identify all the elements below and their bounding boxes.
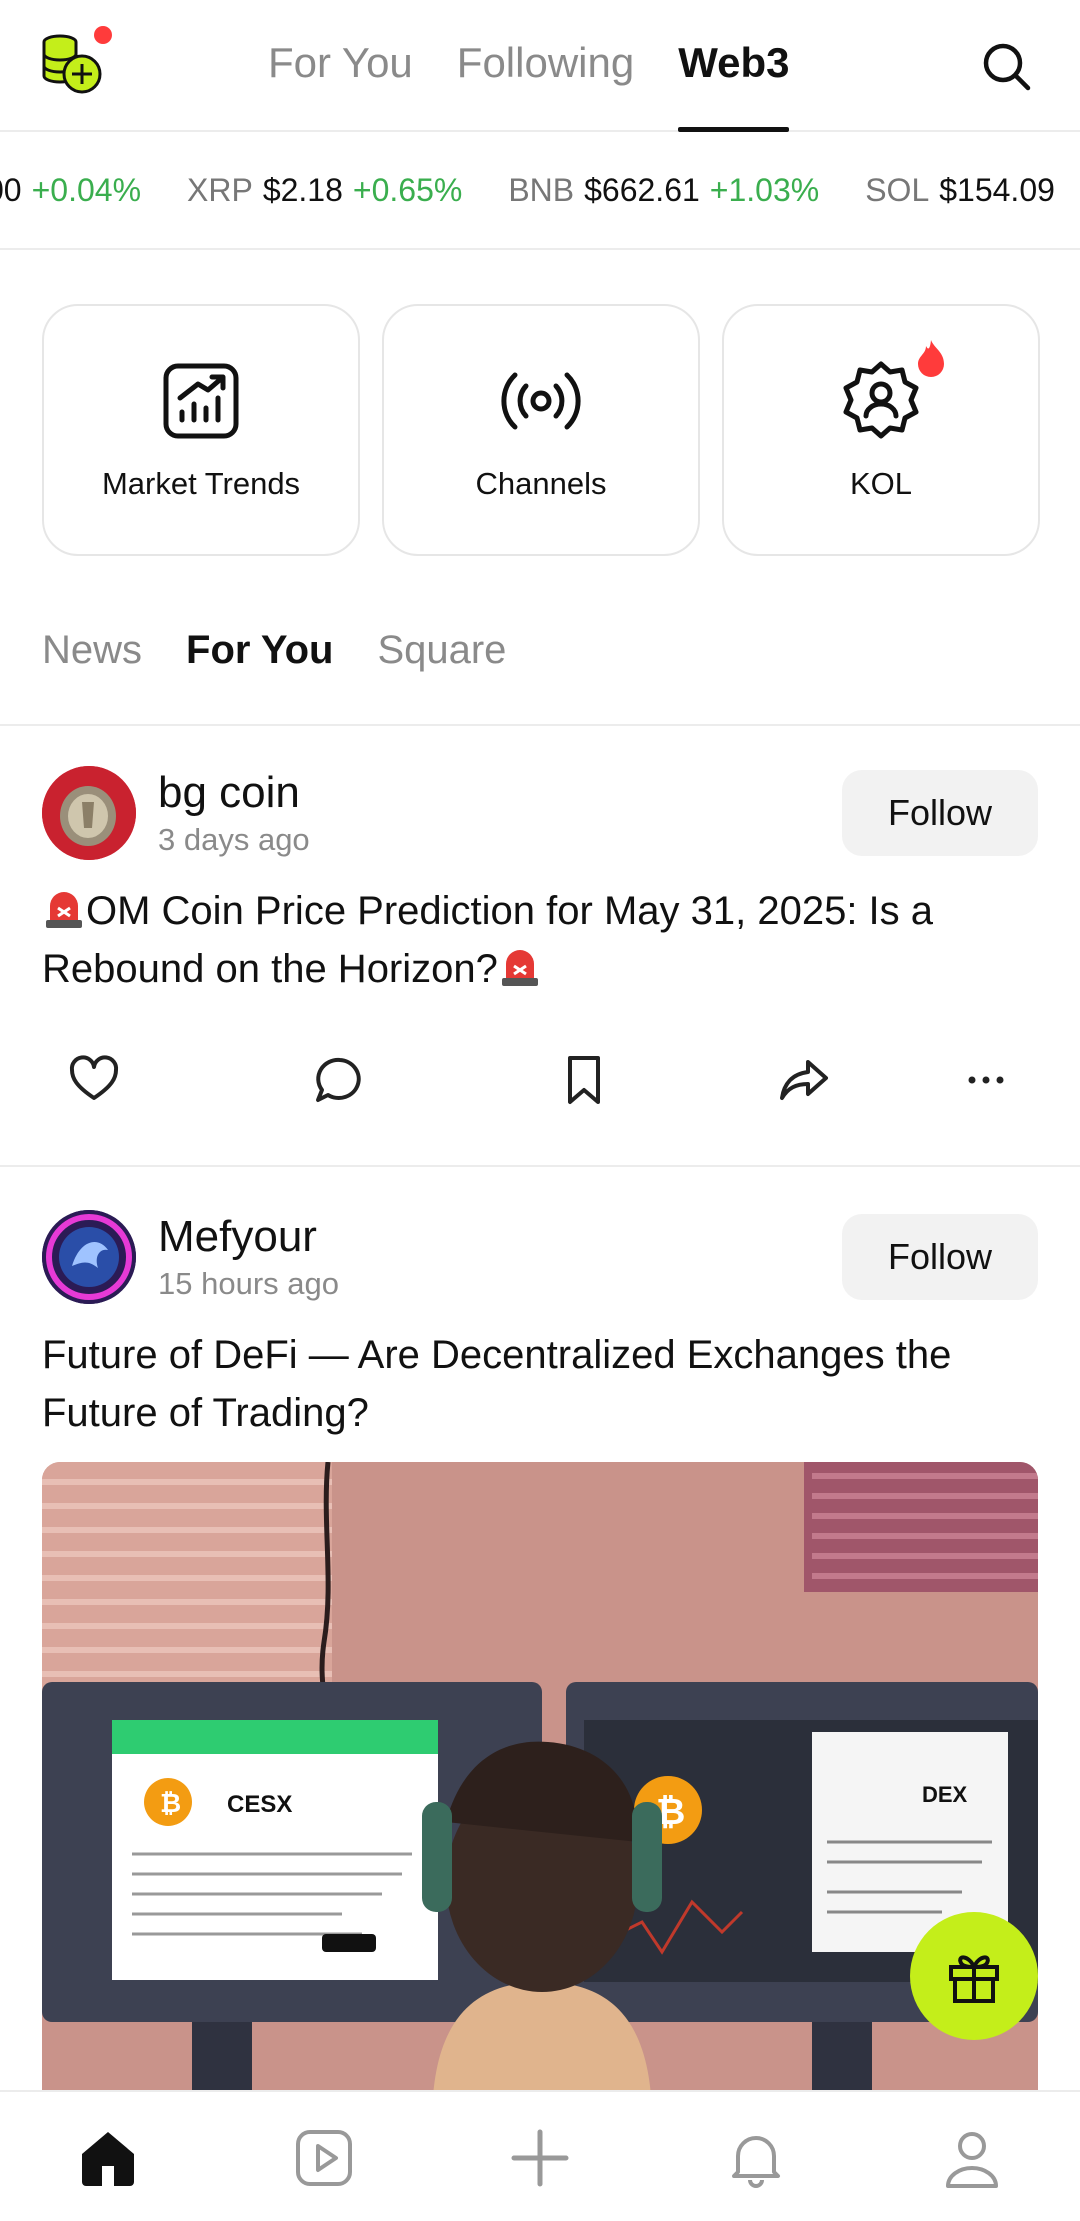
profile-icon[interactable] <box>940 2126 1004 2190</box>
video-icon[interactable] <box>292 2126 356 2190</box>
ticker-symbol: BNB <box>508 172 575 208</box>
divider <box>0 1165 1080 1167</box>
gift-icon <box>949 1955 999 2003</box>
divider <box>0 724 1080 726</box>
search-button[interactable] <box>978 38 1034 94</box>
avatar[interactable] <box>42 766 136 860</box>
comment-icon[interactable] <box>312 1052 368 1108</box>
top-tabs: For You Following Web3 <box>268 30 790 132</box>
ticker-symbol: XRP <box>187 172 253 208</box>
tab-news[interactable]: News <box>42 628 142 673</box>
ticker-price: $154.09 <box>939 172 1055 208</box>
bell-icon[interactable] <box>724 2126 788 2190</box>
author-name[interactable]: bg coin <box>158 768 300 818</box>
ticker-track: 00 +0.04% XRP $2.18 +0.65% BNB $662.61 +… <box>0 172 1055 209</box>
tab-for-you-feed[interactable]: For You <box>186 628 333 673</box>
coin-avatar-image <box>42 766 136 860</box>
post-title[interactable]: OM Coin Price Prediction for May 31, 202… <box>42 882 1032 998</box>
tab-label: Web3 <box>678 39 790 86</box>
ticker-price: $662.61 <box>584 172 700 208</box>
follow-button[interactable]: Follow <box>842 770 1038 856</box>
top-header: For You Following Web3 <box>0 0 1080 132</box>
like-icon[interactable] <box>66 1052 122 1108</box>
post-actions <box>0 1052 1080 1132</box>
active-tab-indicator <box>678 127 790 132</box>
bookmark-icon[interactable] <box>556 1052 612 1108</box>
more-icon[interactable] <box>958 1052 1014 1108</box>
ticker-item[interactable]: XRP $2.18 +0.65% <box>187 172 462 209</box>
card-kol[interactable]: KOL <box>722 304 1040 556</box>
svg-text:₿: ₿ <box>160 1788 181 1818</box>
author-name[interactable]: Mefyour <box>158 1212 317 1262</box>
card-label: KOL <box>849 466 913 501</box>
ticker-symbol: SOL <box>865 172 930 208</box>
tab-following[interactable]: Following <box>457 30 634 132</box>
post-time: 15 hours ago <box>158 1266 339 1301</box>
broadcast-icon <box>501 372 581 430</box>
search-icon <box>983 43 1031 91</box>
price-ticker[interactable]: 00 +0.04% XRP $2.18 +0.65% BNB $662.61 +… <box>0 134 1080 250</box>
badge-user-icon <box>843 361 919 439</box>
ticker-item[interactable]: BNB $662.61 +1.03% <box>508 172 819 209</box>
tab-label: For You <box>268 39 413 86</box>
bottom-nav <box>0 2090 1080 2221</box>
gift-button[interactable] <box>910 1912 1038 2040</box>
fire-icon <box>918 340 944 377</box>
chart-trend-icon <box>163 363 239 439</box>
ticker-price: 00 <box>0 172 22 208</box>
tab-square[interactable]: Square <box>377 628 506 673</box>
siren-icon <box>46 892 82 928</box>
ticker-change: +0.04% <box>31 172 142 208</box>
post-title[interactable]: Future of DeFi — Are Decentralized Excha… <box>42 1326 1032 1442</box>
card-market-trends[interactable]: Market Trends <box>42 304 360 556</box>
ticker-change: +1.03% <box>709 172 820 208</box>
share-icon[interactable] <box>776 1052 832 1108</box>
tab-label: Following <box>456 39 635 86</box>
coin-stack-icon <box>42 34 102 94</box>
follow-button[interactable]: Follow <box>842 1214 1038 1300</box>
trader-illustration: ₿ CESX ₿ DEX <box>42 1462 1038 2122</box>
ticker-item[interactable]: SOL $154.09 <box>865 172 1055 209</box>
exchange-label-right: DEX <box>922 1782 968 1807</box>
ticker-change: +0.65% <box>352 172 463 208</box>
exchange-label-left: CESX <box>227 1791 292 1818</box>
notification-dot <box>94 26 112 44</box>
dragon-avatar-image <box>42 1210 136 1304</box>
post-image[interactable]: ₿ CESX ₿ DEX <box>42 1462 1038 2122</box>
add-icon[interactable] <box>508 2126 572 2190</box>
card-label: Channels <box>475 466 607 501</box>
siren-icon <box>501 950 538 986</box>
card-label: Market Trends <box>101 466 301 501</box>
ticker-item[interactable]: 00 +0.04% <box>0 172 141 209</box>
quick-cards: Market Trends Channels KOL <box>42 304 1040 556</box>
logo-button[interactable] <box>38 26 112 100</box>
tab-for-you[interactable]: For You <box>268 30 413 132</box>
post-time: 3 days ago <box>158 822 310 857</box>
home-icon[interactable] <box>76 2126 140 2190</box>
card-channels[interactable]: Channels <box>382 304 700 556</box>
post-title-text: Future of DeFi — Are Decentralized Excha… <box>42 1333 952 1435</box>
tab-web3[interactable]: Web3 <box>678 30 790 132</box>
post-title-text: OM Coin Price Prediction for May 31, 202… <box>42 889 934 991</box>
page: For You Following Web3 00 +0.04% <box>0 0 1080 2221</box>
ticker-price: $2.18 <box>262 172 343 208</box>
avatar[interactable] <box>42 1210 136 1304</box>
feed-tabs: News For You Square <box>42 628 506 673</box>
